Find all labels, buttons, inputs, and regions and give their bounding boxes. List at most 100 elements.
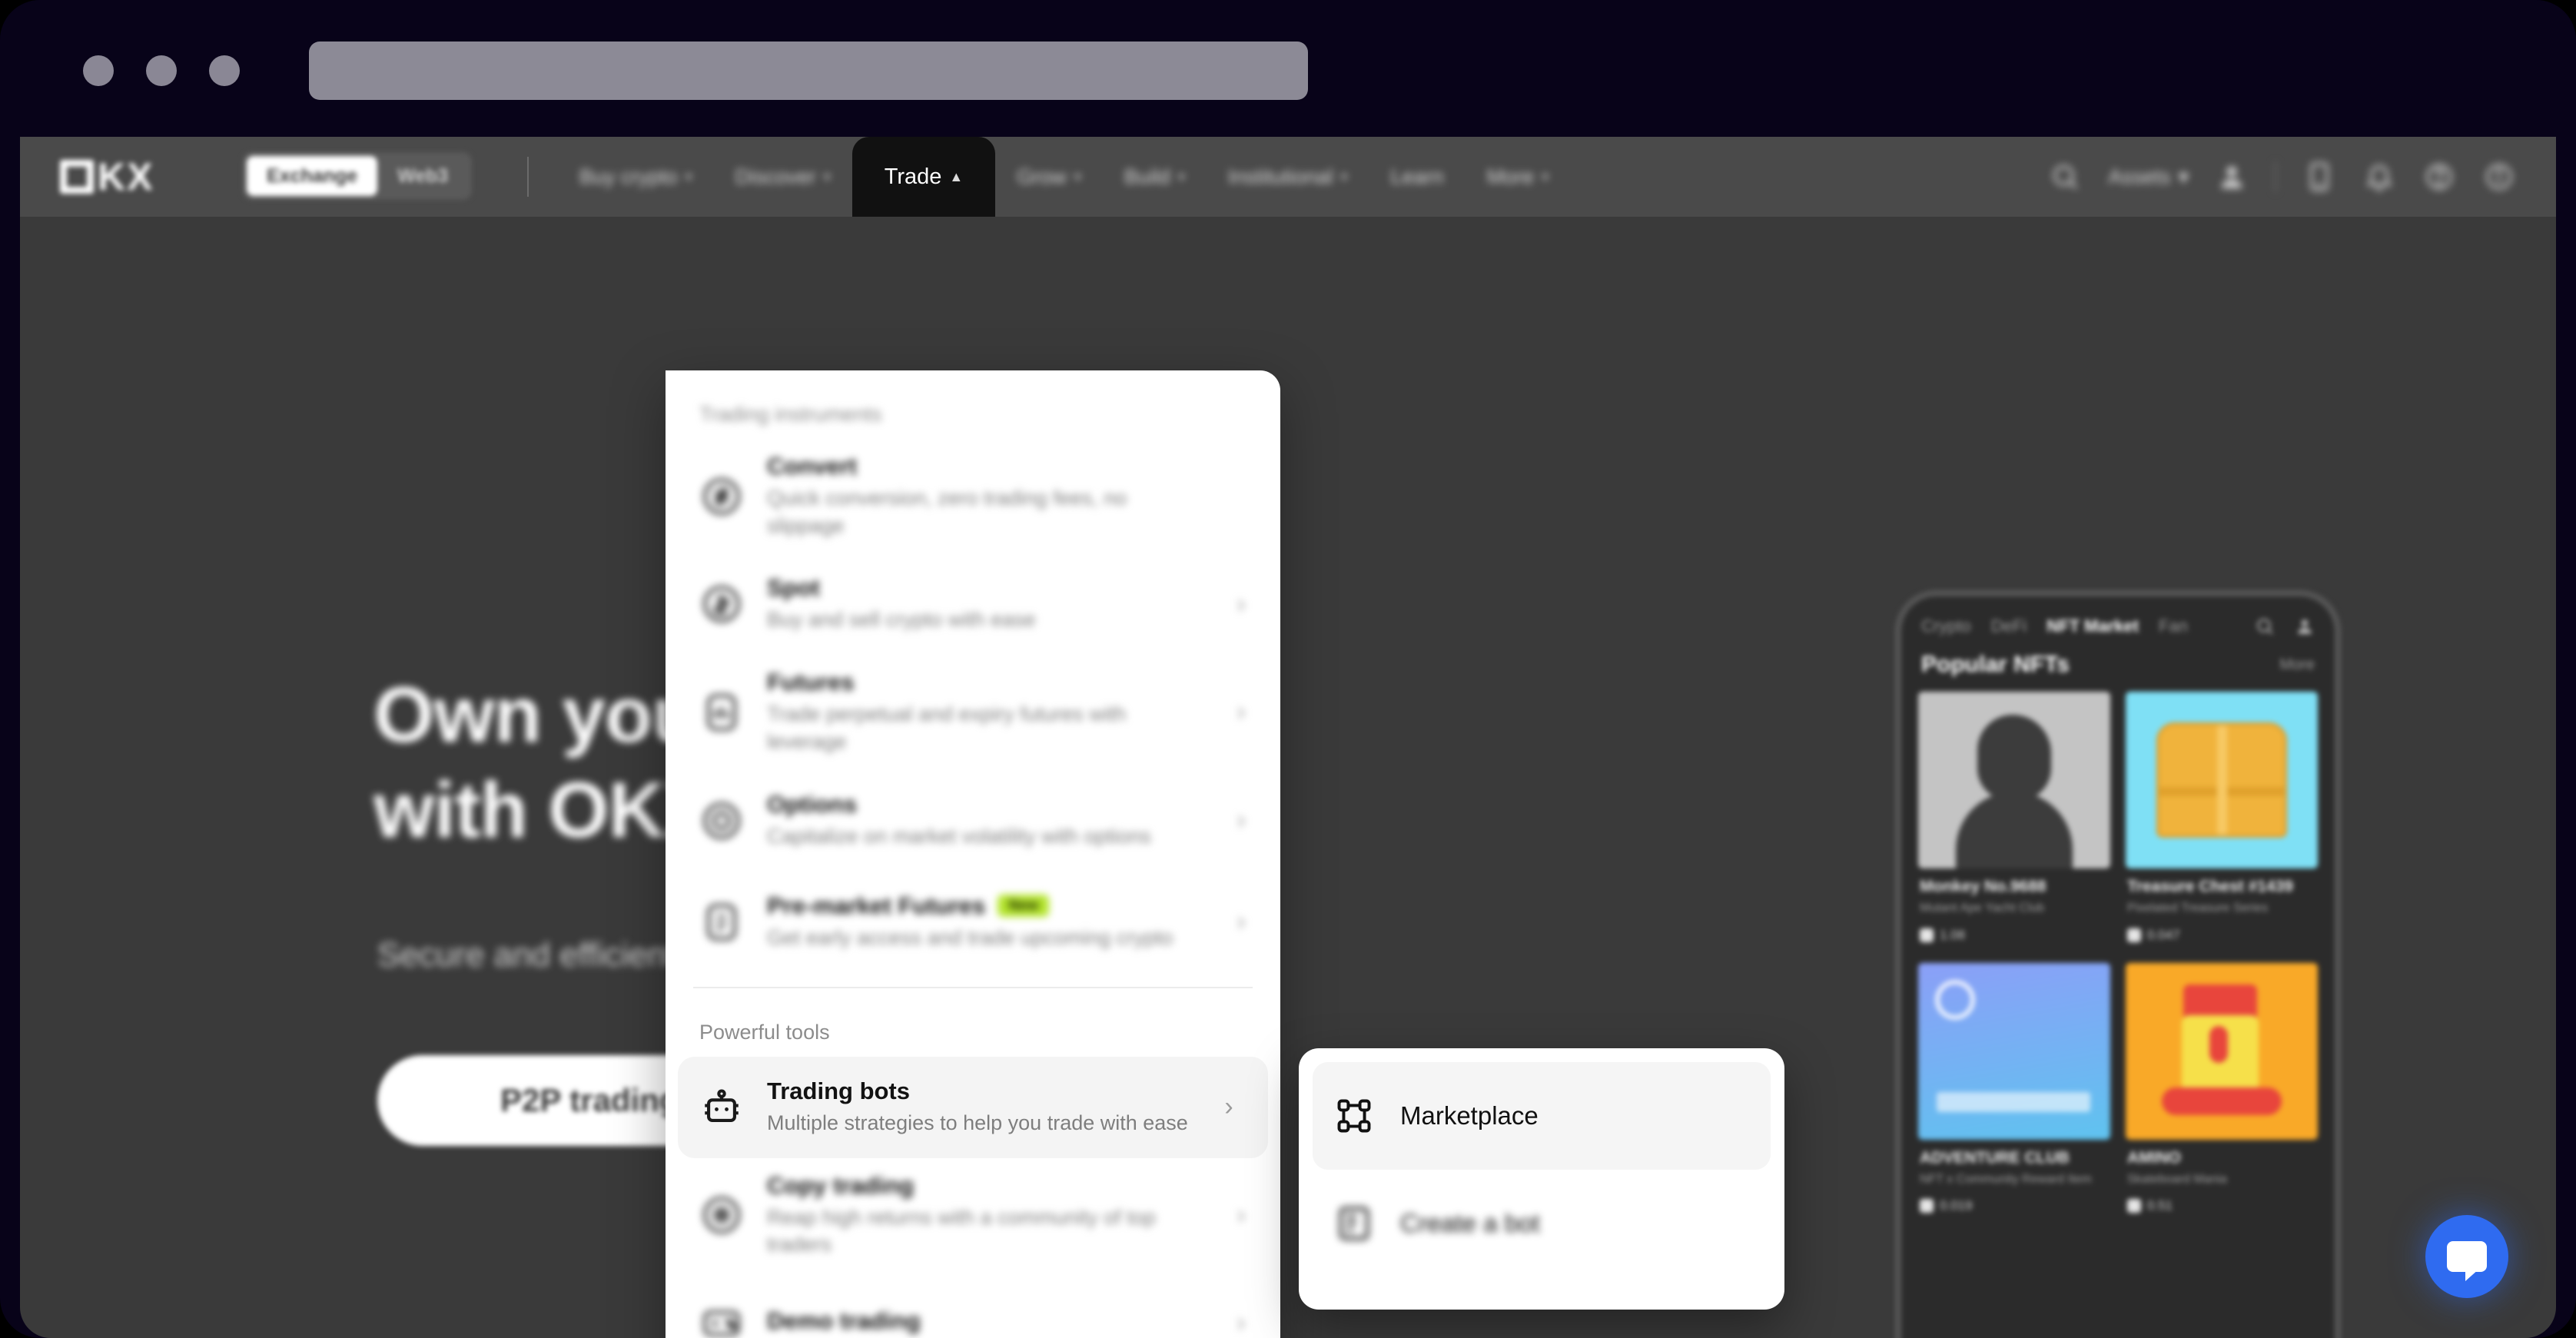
nft-collection: Mutant Ape Yacht Club: [1920, 901, 2045, 915]
nav-item-learn[interactable]: Learn: [1369, 137, 1466, 217]
menu-item-options[interactable]: Options Capitalize on market volatility …: [666, 770, 1280, 872]
nft-artwork-cyan: [2126, 692, 2318, 868]
chevron-down-icon: ▾: [1340, 169, 1348, 184]
menu-item-futures[interactable]: Futures Trade perpetual and expiry futur…: [666, 655, 1280, 769]
mode-web3[interactable]: Web3: [377, 156, 468, 196]
nav-item-build[interactable]: Build ▾: [1103, 137, 1207, 217]
phone-tab-crypto[interactable]: Crypto: [1921, 616, 1971, 636]
site-header: K X Exchange Web3 Buy crypto ▾ Discover …: [20, 137, 2556, 217]
treasure-chest-icon: [2156, 722, 2287, 838]
currency-chip-icon: [1920, 928, 1934, 942]
nft-name: Monkey No.9688: [1920, 878, 2047, 895]
menu-item-spot[interactable]: Spot Buy and sell crypto with ease ›: [666, 553, 1280, 655]
logo-glyph-k: K: [98, 155, 125, 198]
create-bot-icon: [1334, 1204, 1374, 1243]
traffic-lights: [83, 55, 240, 86]
nft-artwork-gray: [1918, 692, 2110, 868]
phone-section-title: Popular NFTs: [1921, 652, 2070, 677]
copy-trading-icon: [699, 1193, 744, 1237]
menu-item-title: Futures: [767, 669, 855, 696]
submenu-item-label: Marketplace: [1400, 1101, 1539, 1130]
logo-glyph-x: X: [127, 155, 153, 198]
assets-menu[interactable]: Assets ▾: [2108, 165, 2189, 189]
nft-collection: NFT x Community Reward Item: [1920, 1172, 2092, 1186]
user-avatar-icon[interactable]: [2215, 160, 2249, 194]
page-viewport: K X Exchange Web3 Buy crypto ▾ Discover …: [20, 137, 2556, 1338]
menu-item-title: Spot: [767, 574, 820, 602]
chat-bubble-shape: [2447, 1241, 2487, 1281]
menu-item-title: Options: [767, 790, 858, 818]
menu-item-desc: Reap high returns with a community of to…: [767, 1205, 1156, 1257]
menu-item-convert[interactable]: Convert Quick conversion, zero trading f…: [666, 439, 1280, 553]
phone-tab-nft-market[interactable]: NFT Market: [2047, 616, 2139, 636]
nft-card[interactable]: AMINO Skateboard Mania 0.51: [2126, 962, 2318, 1219]
club-wordmark: [1937, 1091, 2090, 1112]
download-app-icon[interactable]: [2302, 160, 2336, 194]
submenu-item-create-a-bot[interactable]: Create a bot: [1313, 1170, 1771, 1277]
search-icon[interactable]: [2048, 160, 2082, 194]
status-badge-new: New: [998, 895, 1050, 918]
menu-item-desc: Multiple strategies to help you trade wi…: [767, 1111, 1188, 1134]
pre-market-icon: [699, 900, 744, 945]
menu-item-demo-trading[interactable]: Demo trading ›: [666, 1273, 1280, 1338]
address-bar[interactable]: [309, 42, 1308, 100]
nft-card[interactable]: ADVENTURE CLUB NFT x Community Reward It…: [1918, 962, 2110, 1219]
chevron-right-icon: ›: [1237, 1200, 1246, 1230]
nav-divider: [527, 157, 529, 197]
nav-label: More: [1486, 165, 1535, 188]
currency-chip-icon: [1920, 1199, 1934, 1213]
menu-item-desc: Quick conversion, zero trading fees, no …: [767, 486, 1127, 537]
nav-label: Institutional: [1227, 165, 1333, 188]
phone-section-header: Popular NFTs More: [1901, 644, 2335, 692]
chevron-down-icon: ▾: [823, 169, 831, 184]
chevron-right-icon: ›: [1224, 1092, 1233, 1121]
close-dot[interactable]: [83, 55, 114, 86]
header-actions: Assets ▾: [2048, 137, 2516, 217]
demo-trading-icon: [699, 1301, 744, 1338]
nav-item-discover[interactable]: Discover ▾: [714, 137, 852, 217]
mega-section-label-trading-instruments: Trading instruments: [699, 403, 882, 426]
chevron-right-icon: ›: [1237, 589, 1246, 619]
help-circle-icon[interactable]: [2422, 160, 2456, 194]
currency-chip-icon: [2127, 928, 2141, 942]
nav-item-institutional[interactable]: Institutional ▾: [1207, 137, 1369, 217]
minimize-dot[interactable]: [146, 55, 177, 86]
chevron-down-icon: ▾: [1177, 169, 1185, 184]
phone-tab-defi[interactable]: DeFi: [1991, 616, 2027, 636]
nft-name: AMINO: [2127, 1148, 2181, 1167]
nft-card[interactable]: Monkey No.9688 Mutant Ape Yacht Club 1.0…: [1918, 692, 2110, 948]
primary-nav: Buy crypto ▾ Discover ▾ Trade ▲ Grow ▾ B…: [558, 137, 1570, 217]
nav-item-more[interactable]: More ▾: [1466, 137, 1571, 217]
nav-item-grow[interactable]: Grow ▾: [995, 137, 1103, 217]
menu-item-desc: Capitalize on market volatility with opt…: [767, 824, 1151, 848]
options-icon: [699, 798, 744, 843]
nft-price: 0.51: [2127, 1198, 2316, 1213]
submenu-item-marketplace[interactable]: Marketplace: [1313, 1062, 1771, 1170]
nft-card[interactable]: Treasure Chest #1439 Pixelated Treasure …: [2126, 692, 2318, 948]
info-circle-icon[interactable]: [2482, 160, 2516, 194]
nav-item-trade[interactable]: Trade ▲: [851, 137, 996, 217]
chevron-down-icon: ▾: [2178, 164, 2189, 188]
phone-search-icon[interactable]: [2255, 616, 2275, 636]
menu-item-copy-trading[interactable]: Copy trading Reap high returns with a co…: [666, 1158, 1280, 1273]
nav-label: Trade: [884, 164, 942, 189]
mode-toggle[interactable]: Exchange Web3: [243, 152, 473, 200]
nav-label: Learn: [1390, 165, 1444, 188]
okx-logo[interactable]: K X: [60, 155, 206, 198]
phone-section-more[interactable]: More: [2279, 656, 2315, 674]
chevron-down-icon: ▾: [1074, 169, 1081, 184]
menu-item-trading-bots[interactable]: Trading bots Multiple strategies to help…: [678, 1056, 1268, 1158]
mode-exchange[interactable]: Exchange: [247, 156, 378, 196]
skater-character-icon: [2160, 981, 2283, 1127]
nft-collection: Skateboard Mania: [2127, 1172, 2227, 1186]
menu-item-pre-market-futures[interactable]: Pre-market Futures New Get early access …: [666, 872, 1280, 973]
phone-tab-fan[interactable]: Fan: [2159, 616, 2188, 636]
chevron-down-icon: ▾: [1542, 169, 1549, 184]
phone-profile-icon[interactable]: [2295, 616, 2315, 636]
chat-bubble-icon[interactable]: [2425, 1215, 2508, 1298]
nav-item-buy-crypto[interactable]: Buy crypto ▾: [558, 137, 714, 217]
nav-label: Buy crypto: [579, 165, 678, 188]
nft-artwork-orange: [2126, 962, 2318, 1140]
notifications-bell-icon[interactable]: [2362, 160, 2396, 194]
maximize-dot[interactable]: [209, 55, 240, 86]
